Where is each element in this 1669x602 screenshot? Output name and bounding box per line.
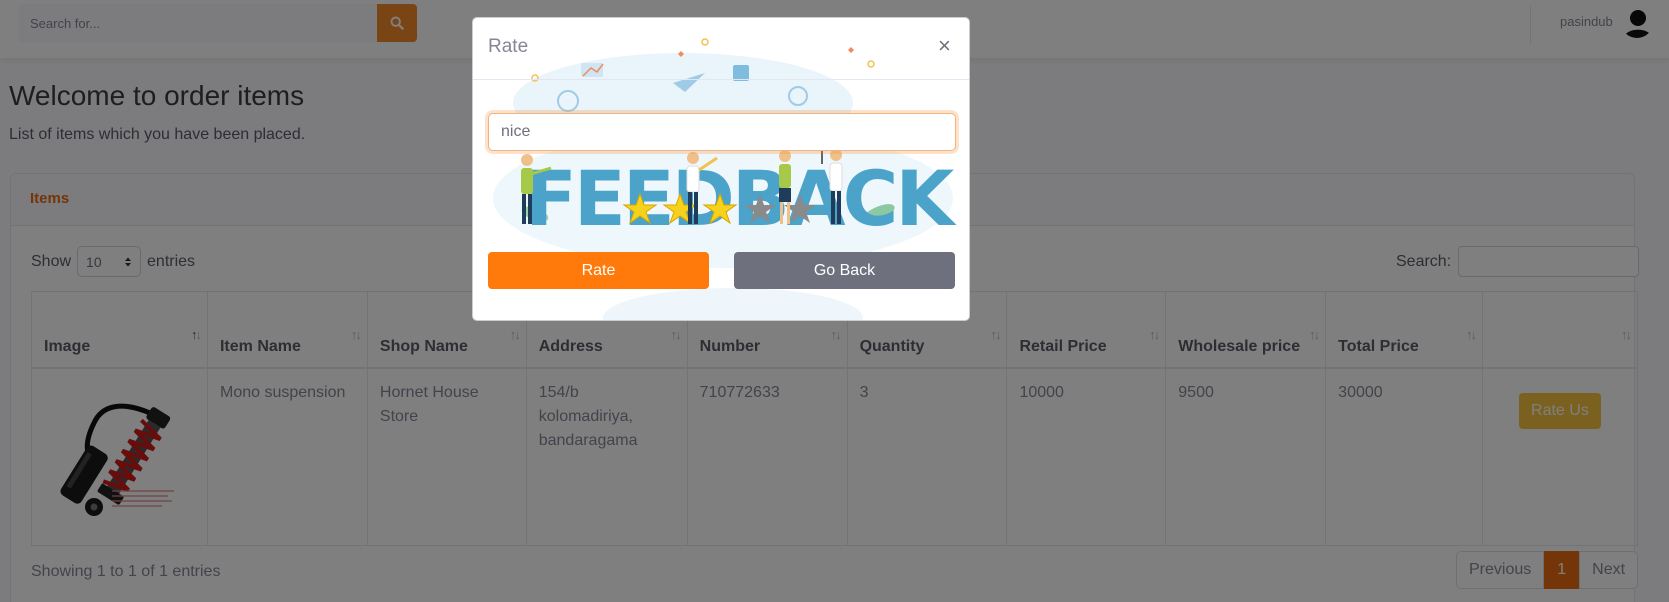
feedback-image-text: FEEDBACK bbox=[525, 154, 957, 243]
modal-title: Rate bbox=[488, 36, 529, 57]
close-icon[interactable]: × bbox=[938, 35, 951, 57]
modal-header: Rate × bbox=[473, 18, 969, 80]
rate-modal: FEEDBACK Rate × nice Rate Go Back bbox=[472, 17, 970, 321]
go-back-button[interactable]: Go Back bbox=[734, 252, 955, 289]
feedback-input[interactable] bbox=[488, 113, 956, 151]
rate-submit-button[interactable]: Rate bbox=[488, 252, 709, 289]
